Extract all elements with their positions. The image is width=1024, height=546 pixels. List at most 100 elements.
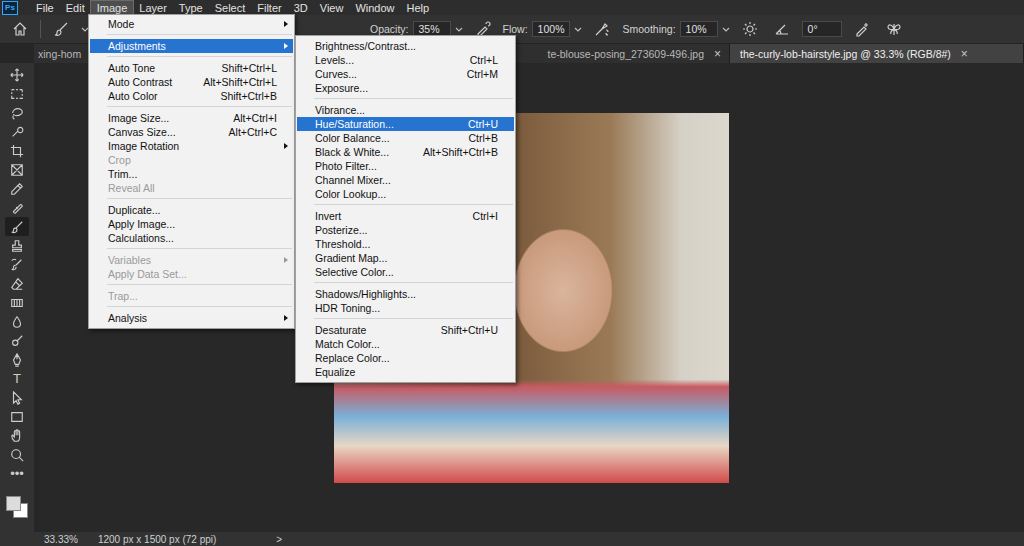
menu-item[interactable]: Canvas Size... Alt+Ctrl+C — [90, 125, 293, 139]
menu-bar-item[interactable]: Type — [173, 1, 209, 15]
menu-bar-item[interactable]: View — [314, 1, 350, 15]
menu-bar-item[interactable]: Image — [91, 1, 134, 15]
brush-tool[interactable] — [5, 217, 29, 236]
move-tool[interactable] — [5, 65, 29, 84]
frame-tool[interactable] — [5, 160, 29, 179]
dropdown-arrow-icon[interactable] — [455, 27, 463, 32]
menu-item[interactable]: Trim... — [90, 167, 293, 181]
menu-item[interactable]: Threshold... — [297, 237, 514, 251]
status-arrow[interactable]: > — [276, 534, 282, 545]
menu-item[interactable]: Image Size... Alt+Ctrl+I — [90, 111, 293, 125]
pen-tool[interactable] — [5, 350, 29, 369]
crop-tool[interactable] — [5, 141, 29, 160]
airbrush-icon[interactable] — [594, 21, 610, 37]
menu-separator — [314, 282, 513, 283]
menu-item[interactable]: Photo Filter... — [297, 159, 514, 173]
menu-item[interactable]: Curves... Ctrl+M — [297, 67, 514, 81]
zoom-level[interactable]: 33.33% — [44, 534, 78, 545]
quick-select-tool[interactable] — [5, 122, 29, 141]
menu-item[interactable]: Trap... — [90, 289, 293, 303]
more-tool[interactable]: ••• — [5, 464, 29, 483]
menu-item[interactable]: Gradient Map... — [297, 251, 514, 265]
menu-item[interactable]: Apply Image... — [90, 217, 293, 231]
menu-bar-item[interactable]: Filter — [251, 1, 287, 15]
menu-item[interactable]: Hue/Saturation... Ctrl+U — [297, 117, 514, 131]
menu-item[interactable]: Image Rotation — [90, 139, 293, 153]
healing-tool[interactable] — [5, 198, 29, 217]
menu-bar-item[interactable]: File — [30, 1, 60, 15]
menu-item[interactable]: HDR Toning... — [297, 301, 514, 315]
pressure-size-icon[interactable] — [854, 21, 870, 37]
hand-tool[interactable] — [5, 426, 29, 445]
menu-item[interactable]: Levels... Ctrl+L — [297, 53, 514, 67]
menu-item[interactable]: Calculations... — [90, 231, 293, 245]
flow-value[interactable]: 100% — [532, 21, 571, 37]
menu-bar-item[interactable]: Select — [209, 1, 252, 15]
tab-close-button[interactable]: × — [714, 47, 721, 61]
menu-shortcut: Ctrl+L — [470, 53, 498, 67]
menu-bar-item[interactable]: Edit — [60, 1, 91, 15]
dropdown-arrow-icon[interactable] — [722, 27, 730, 32]
eyedropper-tool[interactable] — [5, 179, 29, 198]
tab-close-button[interactable]: × — [961, 47, 968, 61]
color-swatches[interactable] — [5, 495, 29, 519]
menu-item[interactable]: Apply Data Set... — [90, 267, 293, 281]
healing-icon — [10, 201, 24, 215]
menu-item[interactable]: Black & White... Alt+Shift+Ctrl+B — [297, 145, 514, 159]
menu-shortcut: Ctrl+I — [473, 209, 498, 223]
menu-item[interactable]: Reveal All — [90, 181, 293, 195]
menu-item[interactable]: Crop — [90, 153, 293, 167]
menu-bar-item[interactable]: Window — [349, 1, 400, 15]
menu-item[interactable]: Auto Color Shift+Ctrl+B — [90, 89, 293, 103]
symmetry-icon[interactable] — [886, 21, 902, 37]
tab-label: the-curly-lob-hairstyle.jpg @ 33.3% (RGB… — [740, 48, 951, 60]
menu-item[interactable]: Variables — [90, 253, 293, 267]
menu-bar-item[interactable]: Help — [401, 1, 436, 15]
eraser-tool[interactable] — [5, 274, 29, 293]
menu-item[interactable]: Match Color... — [297, 337, 514, 351]
menu-item[interactable]: Auto Tone Shift+Ctrl+L — [90, 61, 293, 75]
dodge-tool[interactable] — [5, 331, 29, 350]
menu-item[interactable]: Adjustments — [90, 39, 293, 53]
menu-bar-item[interactable]: 3D — [288, 1, 314, 15]
brush-preset-icon[interactable] — [53, 21, 69, 37]
blur-tool[interactable] — [5, 312, 29, 331]
menu-shortcut: Shift+Ctrl+U — [441, 323, 498, 337]
menu-item[interactable]: Auto Contrast Alt+Shift+Ctrl+L — [90, 75, 293, 89]
menu-item[interactable]: Invert Ctrl+I — [297, 209, 514, 223]
menu-item[interactable]: Color Lookup... — [297, 187, 514, 201]
photoshop-logo-icon[interactable]: Ps — [2, 1, 18, 15]
marquee-tool[interactable] — [5, 84, 29, 103]
menu-item[interactable]: Exposure... — [297, 81, 514, 95]
history-brush-tool[interactable] — [5, 255, 29, 274]
rectangle-tool[interactable] — [5, 407, 29, 426]
smoothing-value[interactable]: 10% — [680, 21, 718, 37]
lasso-tool[interactable] — [5, 103, 29, 122]
gear-icon[interactable] — [742, 21, 758, 37]
menu-item[interactable]: Desaturate Shift+Ctrl+U — [297, 323, 514, 337]
home-icon[interactable] — [12, 21, 28, 37]
marquee-icon — [10, 87, 24, 101]
menu-item[interactable]: Analysis — [90, 311, 293, 325]
menu-item[interactable]: Brightness/Contrast... — [297, 39, 514, 53]
menu-item[interactable]: Channel Mixer... — [297, 173, 514, 187]
angle-value[interactable]: 0° — [802, 21, 842, 37]
menu-item[interactable]: Shadows/Highlights... — [297, 287, 514, 301]
menu-bar-item[interactable]: Layer — [133, 1, 173, 15]
menu-item[interactable]: Vibrance... — [297, 103, 514, 117]
menu-item[interactable]: Color Balance... Ctrl+B — [297, 131, 514, 145]
type-tool[interactable]: T — [5, 369, 29, 388]
menu-item[interactable]: Duplicate... — [90, 203, 293, 217]
foreground-color-swatch[interactable] — [6, 496, 21, 511]
stamp-tool[interactable] — [5, 236, 29, 255]
menu-item[interactable]: Replace Color... — [297, 351, 514, 365]
zoom-tool[interactable] — [5, 445, 29, 464]
menu-item[interactable]: Equalize — [297, 365, 514, 379]
gradient-tool[interactable] — [5, 293, 29, 312]
document-tab[interactable]: the-curly-lob-hairstyle.jpg @ 33.3% (RGB… — [730, 44, 1024, 63]
menu-item[interactable]: Selective Color... — [297, 265, 514, 279]
path-select-tool[interactable] — [5, 388, 29, 407]
menu-item[interactable]: Posterize... — [297, 223, 514, 237]
dropdown-arrow-icon[interactable] — [574, 27, 582, 32]
menu-item[interactable]: Mode — [90, 17, 293, 31]
